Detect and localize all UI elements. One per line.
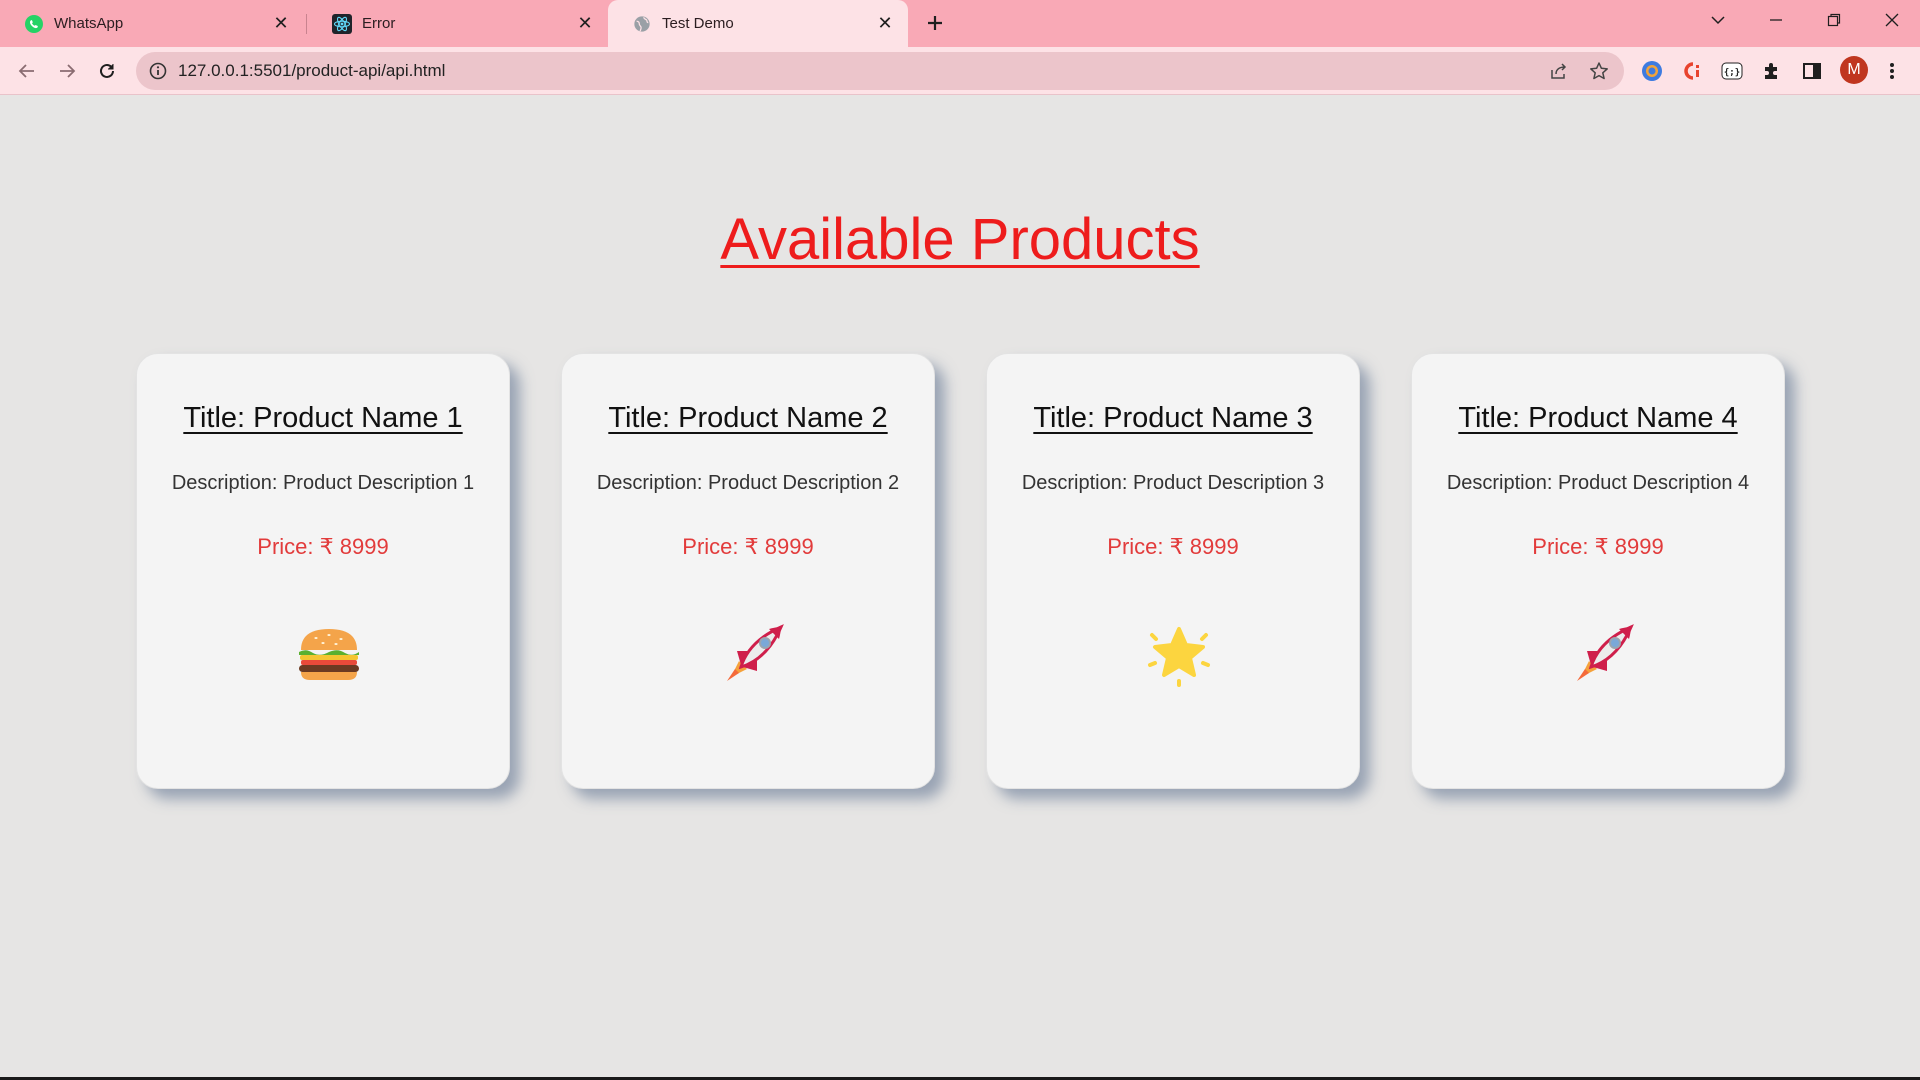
product-price: Price: ₹ 8999 xyxy=(257,534,389,559)
browser-menu-icon[interactable] xyxy=(1880,59,1904,83)
product-description: Description: Product Description 1 xyxy=(171,472,475,494)
svg-text:{;}: {;} xyxy=(1724,68,1740,78)
restore-button[interactable] xyxy=(1806,0,1862,40)
tab-test-demo[interactable]: Test Demo ✕ xyxy=(608,0,908,47)
bookmark-star-icon[interactable] xyxy=(1588,60,1610,82)
page-heading: Available Products xyxy=(720,207,1200,272)
profile-avatar[interactable]: M xyxy=(1840,56,1868,84)
product-card: Title: Product Name 1 Description: Produ… xyxy=(136,353,510,789)
share-icon[interactable] xyxy=(1548,60,1570,82)
reload-button[interactable] xyxy=(91,55,123,87)
extension-chromium-icon[interactable] xyxy=(1640,59,1664,83)
product-title: Title: Product Name 3 xyxy=(1033,402,1313,434)
extension-codegeex-icon[interactable] xyxy=(1680,59,1704,83)
side-panel-icon[interactable] xyxy=(1800,59,1824,83)
browser-toolbar: 127.0.0.1:5501/product-api/api.html {;} … xyxy=(0,47,1920,95)
back-button[interactable] xyxy=(11,55,43,87)
tab-title: Error xyxy=(362,15,396,32)
product-card: Title: Product Name 3 Description: Produ… xyxy=(986,353,1360,789)
tab-search-icon[interactable] xyxy=(1690,0,1746,40)
tab-title: WhatsApp xyxy=(54,15,124,32)
page-viewport: Available Products Title: Product Name 1… xyxy=(0,96,1920,1080)
globe-icon xyxy=(632,14,652,34)
product-price: Price: ₹ 8999 xyxy=(1532,534,1664,559)
product-card: Title: Product Name 2 Description: Produ… xyxy=(561,353,935,789)
rocket-icon xyxy=(714,614,794,694)
product-title: Title: Product Name 4 xyxy=(1458,402,1738,434)
tab-strip: WhatsApp ✕ Error ✕ Test Demo ✕ xyxy=(0,0,1920,47)
product-price: Price: ₹ 8999 xyxy=(1107,534,1239,559)
product-card: Title: Product Name 4 Description: Produ… xyxy=(1411,353,1785,789)
address-bar[interactable]: 127.0.0.1:5501/product-api/api.html xyxy=(136,52,1624,90)
close-tab-icon[interactable]: ✕ xyxy=(874,13,896,35)
rocket-icon xyxy=(1564,614,1644,694)
tab-title: Test Demo xyxy=(662,15,734,32)
star-icon xyxy=(1139,614,1219,694)
product-description: Description: Product Description 3 xyxy=(1021,472,1325,494)
tab-separator xyxy=(306,14,307,34)
minimize-button[interactable] xyxy=(1748,0,1804,40)
close-window-button[interactable] xyxy=(1864,0,1920,40)
react-icon xyxy=(332,13,352,34)
burger-icon xyxy=(289,614,369,694)
url-text: 127.0.0.1:5501/product-api/api.html xyxy=(178,61,446,80)
site-info-icon[interactable] xyxy=(148,61,168,81)
new-tab-button[interactable] xyxy=(920,8,950,38)
forward-button[interactable] xyxy=(51,55,83,87)
product-title: Title: Product Name 2 xyxy=(608,402,888,434)
product-description: Description: Product Description 2 xyxy=(596,472,900,494)
product-title: Title: Product Name 1 xyxy=(183,402,463,434)
close-tab-icon[interactable]: ✕ xyxy=(270,13,292,35)
product-description: Description: Product Description 4 xyxy=(1446,472,1750,494)
tab-whatsapp[interactable]: WhatsApp ✕ xyxy=(0,0,304,47)
close-tab-icon[interactable]: ✕ xyxy=(574,13,596,35)
tab-error[interactable]: Error ✕ xyxy=(308,0,608,47)
extension-json-icon[interactable]: {;} xyxy=(1720,59,1744,83)
extensions-puzzle-icon[interactable] xyxy=(1760,59,1784,83)
product-price: Price: ₹ 8999 xyxy=(682,534,814,559)
whatsapp-icon xyxy=(24,14,44,34)
